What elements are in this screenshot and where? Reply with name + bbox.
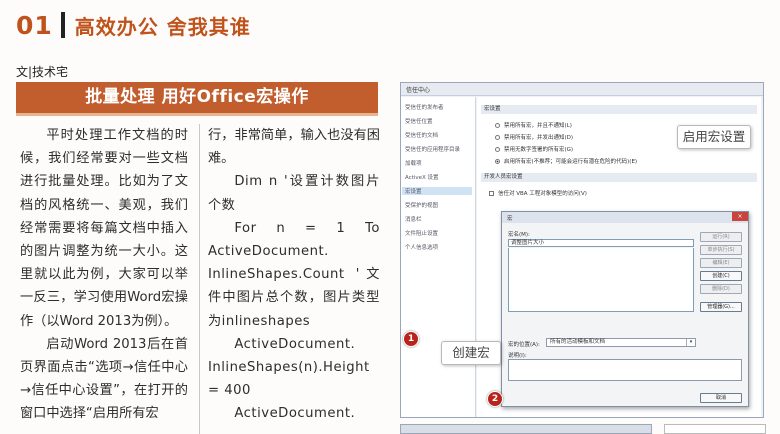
create-button[interactable]: 创建(C) xyxy=(700,271,742,281)
nav-item-addins[interactable]: 加载项 xyxy=(405,159,422,167)
radio-disable-no-notify[interactable]: 禁用所有宏，并且不通知(L) xyxy=(495,121,572,129)
paragraph: 行，非常简单，输入也没有困难。 xyxy=(208,128,380,167)
radio-icon xyxy=(495,134,500,140)
paragraph: 平时处理工作文档的时候，我们经常要对一些文档进行批量处理。比如为了文档的风格统一… xyxy=(20,128,188,329)
run-button[interactable]: 运行(R) xyxy=(700,232,742,242)
nav-item-macro-settings[interactable]: 宏设置 xyxy=(402,187,472,195)
next-screenshot-edge xyxy=(400,424,652,434)
trust-center-screenshot: 信任中心 受信任的发布者 受信任位置 受信任的文档 受信任的应用程序目录 加载项… xyxy=(400,82,764,418)
next-callout-edge xyxy=(664,424,766,434)
radio-icon xyxy=(495,146,500,152)
callout-enable-macros: 启用宏设置 xyxy=(677,125,751,149)
delete-button[interactable]: 删除(D) xyxy=(700,284,742,294)
macro-settings-header: 宏设置 xyxy=(481,105,757,114)
radio-icon xyxy=(495,122,500,128)
macro-name-input[interactable]: 调整图片大小 xyxy=(508,239,694,247)
code-line: For n = 1 To xyxy=(234,220,380,236)
checkbox-icon xyxy=(489,190,494,196)
article-title-band: 批量处理 用好Office宏操作 xyxy=(16,82,378,116)
macro-location-label: 宏的位置(A): xyxy=(508,342,540,348)
nav-item-privacy[interactable]: 个人信息选项 xyxy=(405,243,438,251)
article-title: 批量处理 用好Office宏操作 xyxy=(85,87,309,107)
macro-dialog: 宏 × 宏名(M): 调整图片大小 运行(R) 单步执行(S) 编辑(E) 创建… xyxy=(501,211,749,407)
byline: 文|技术宅 xyxy=(16,65,69,79)
paragraph: 启动Word 2013后在首页界面点击“选项→信任中心→信任中心设置”，在打开的… xyxy=(20,336,188,422)
code-line: Dim n '设置计数图片个数 xyxy=(208,174,380,213)
code-line: ActiveDocument. xyxy=(234,406,356,422)
text-column-1: 平时处理工作文档的时候，我们经常要对一些文档进行批量处理。比如为了文档的风格统一… xyxy=(20,124,188,426)
vba-access-checkbox[interactable]: 信任对 VBA 工程对象模型的访问(V) xyxy=(489,189,587,197)
radio-enable-all[interactable]: 启用所有宏(不推荐；可能会运行有潜在危险的代码)(E) xyxy=(495,157,637,165)
macro-location-select[interactable]: 所有的活动模板和文档 ▾ xyxy=(546,338,696,347)
nav-item-protected-view[interactable]: 受保护的视图 xyxy=(405,201,438,209)
dropdown-arrow-icon: ▾ xyxy=(686,339,695,346)
developer-macro-header: 开发人员宏设置 xyxy=(481,173,757,182)
code-line: InlineShapes(n).Height = 400 xyxy=(208,360,370,399)
macro-description-input[interactable] xyxy=(508,359,742,381)
nav-item-activex[interactable]: ActiveX 设置 xyxy=(405,173,439,181)
macro-description-label: 说明(I): xyxy=(508,353,527,359)
step-into-button[interactable]: 单步执行(S) xyxy=(700,245,742,255)
nav-item-file-block[interactable]: 文件阻止设置 xyxy=(405,229,438,237)
code-line: ActiveDocument. xyxy=(208,244,329,260)
section-title: 高效办公 舍我其谁 xyxy=(74,14,251,39)
step-badge-1: 1 xyxy=(403,331,419,347)
radio-disable-unsigned[interactable]: 禁用无数字签署的所有宏(G) xyxy=(495,145,573,153)
macro-name-label: 宏名(M): xyxy=(508,232,530,238)
column-divider xyxy=(199,124,200,434)
window-titlebar: 信任中心 xyxy=(401,83,763,96)
macro-dialog-title: 宏 xyxy=(507,216,513,222)
section-number: 01 xyxy=(16,10,53,40)
step-badge-2: 2 xyxy=(487,391,503,407)
window-title: 信任中心 xyxy=(406,87,431,94)
trust-center-nav: 受信任的发布者 受信任位置 受信任的文档 受信任的应用程序目录 加载项 Acti… xyxy=(401,97,476,417)
organizer-button[interactable]: 管理器(G)... xyxy=(700,302,742,312)
macro-dialog-titlebar: 宏 × xyxy=(502,212,748,223)
close-icon[interactable]: × xyxy=(732,212,748,221)
nav-item-trusted-locations[interactable]: 受信任位置 xyxy=(405,117,433,125)
section-header: 01 高效办公 舍我其谁 xyxy=(16,8,251,42)
radio-selected-icon xyxy=(495,158,500,164)
header-divider xyxy=(60,12,65,38)
edit-button[interactable]: 编辑(E) xyxy=(700,258,742,268)
nav-item-trusted-catalogs[interactable]: 受信任的应用程序目录 xyxy=(405,145,460,153)
callout-create-macro: 创建宏 xyxy=(441,341,501,365)
code-line: ActiveDocument. xyxy=(234,336,356,352)
text-column-2: 行，非常简单，输入也没有困难。 Dim n '设置计数图片个数 For n = … xyxy=(208,124,380,426)
radio-disable-notify[interactable]: 禁用所有宏，并发出通知(D) xyxy=(495,133,573,141)
nav-item-message-bar[interactable]: 消息栏 xyxy=(405,215,422,223)
nav-item-trusted-publishers[interactable]: 受信任的发布者 xyxy=(405,103,444,111)
macro-list[interactable] xyxy=(508,248,694,312)
cancel-button[interactable]: 取消 xyxy=(700,393,742,403)
nav-item-trusted-documents[interactable]: 受信任的文档 xyxy=(405,131,438,139)
code-line: InlineShapes.Count '文件中图片总个数，图片类型为inline… xyxy=(208,267,380,329)
